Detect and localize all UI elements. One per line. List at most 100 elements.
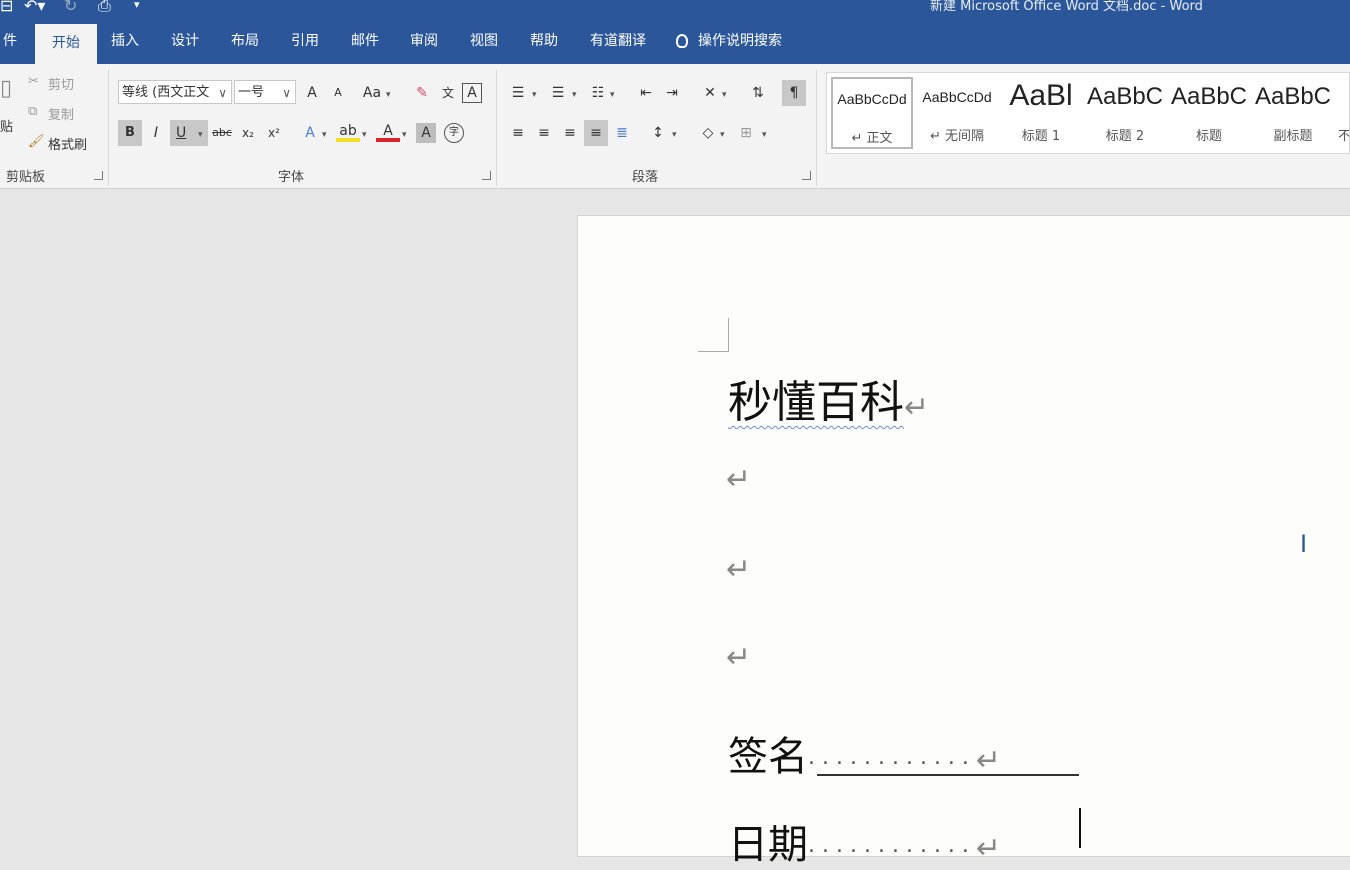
chevron-down-icon[interactable]: ▾ [572, 90, 577, 100]
enclose-characters-button[interactable]: 字 [444, 123, 464, 143]
strikethrough-button[interactable]: abc [210, 120, 234, 146]
tab-view[interactable]: 视图 [465, 18, 503, 64]
font-color-button[interactable]: A [376, 120, 400, 142]
chevron-down-icon[interactable]: ▾ [386, 90, 391, 100]
leader-dots: ............ [808, 833, 976, 858]
multilevel-list-icon[interactable]: ☷ [586, 80, 610, 106]
align-left-icon[interactable]: ≡ [506, 120, 530, 146]
ribbon-tabs: 件 开始 插入 设计 布局 引用 邮件 审阅 视图 帮助 有道翻译 操作说明搜索 [0, 18, 1350, 64]
customize-qat-icon[interactable]: ▾ [134, 0, 140, 11]
ibeam-cursor-icon: I [1300, 530, 1308, 558]
group-divider [816, 70, 817, 186]
font-name-combo[interactable]: 等线 (西文正文 ∨ [118, 80, 232, 104]
tab-youdao-translate[interactable]: 有道翻译 [585, 18, 651, 64]
chinese-layout-icon[interactable]: ✕ [698, 80, 722, 106]
increase-indent-icon[interactable]: ⇥ [660, 80, 684, 106]
italic-button[interactable]: I [144, 120, 168, 146]
style-heading-1[interactable]: AaBl 标题 1 [1000, 77, 1082, 149]
style-preview: AaBbCcDd [922, 89, 992, 105]
line-spacing-icon[interactable]: ↕ [646, 120, 670, 146]
subscript-button[interactable]: x₂ [236, 120, 260, 146]
style-name: ↵ 无间隔 [929, 129, 985, 144]
copy-label[interactable]: 复制 [48, 104, 74, 123]
style-preview: AaBl [1009, 79, 1073, 112]
save-icon[interactable]: ⊟ [0, 0, 13, 15]
character-border-icon[interactable]: A [462, 83, 482, 103]
group-divider [496, 70, 497, 186]
chevron-down-icon[interactable]: ▾ [720, 130, 725, 140]
format-painter-label[interactable]: 格式刷 [48, 134, 87, 153]
style-no-spacing[interactable]: AaBbCcDd ↵ 无间隔 [916, 77, 998, 149]
align-right-icon[interactable]: ≡ [558, 120, 582, 146]
shrink-font-button[interactable]: A [326, 80, 350, 106]
paragraph-mark: ↵ [726, 552, 752, 587]
chevron-down-icon[interactable]: ∨ [218, 81, 227, 105]
chevron-down-icon[interactable]: ▾ [762, 130, 767, 140]
highlight-color-icon[interactable]: ab [336, 120, 360, 142]
tab-insert[interactable]: 插入 [106, 18, 144, 64]
superscript-button[interactable]: x² [262, 120, 286, 146]
document-heading[interactable]: 秒懂百科↵ [728, 366, 929, 430]
tab-file[interactable]: 件 [0, 18, 22, 64]
style-title[interactable]: AaBbC 标题 [1168, 77, 1250, 149]
print-preview-icon[interactable]: ⎙ [98, 0, 111, 16]
grow-font-button[interactable]: A [300, 80, 324, 106]
shading-icon[interactable]: ◇ [696, 120, 720, 146]
character-shading-button[interactable]: A [416, 123, 436, 143]
show-marks-icon[interactable]: ¶ [782, 80, 806, 106]
paste-icon[interactable]: ▯ [0, 76, 12, 101]
tab-references[interactable]: 引用 [286, 18, 324, 64]
paragraph-launcher-icon[interactable] [802, 171, 811, 180]
sort-icon[interactable]: ⇅ [746, 80, 770, 106]
tab-mailings[interactable]: 邮件 [346, 18, 384, 64]
font-launcher-icon[interactable] [482, 171, 491, 180]
distributed-icon[interactable]: ≣ [610, 120, 634, 146]
chevron-down-icon[interactable]: ▾ [532, 90, 537, 100]
phonetic-guide-icon[interactable]: 文 [436, 80, 460, 106]
paragraph-group-label: 段落 [632, 170, 659, 185]
signature-label: 签名 [728, 734, 808, 780]
text-effects-icon[interactable]: A [298, 120, 322, 146]
chevron-down-icon[interactable]: ∨ [282, 81, 291, 105]
style-subtitle[interactable]: AaBbC 副标题 [1252, 77, 1334, 149]
numbering-icon[interactable]: ☰ [546, 80, 570, 106]
style-heading-2[interactable]: AaBbC 标题 2 [1084, 77, 1166, 149]
cut-icon[interactable]: ✂ [28, 74, 39, 89]
tab-help[interactable]: 帮助 [525, 18, 563, 64]
tab-design[interactable]: 设计 [166, 18, 204, 64]
borders-icon[interactable]: ⊞ [734, 120, 758, 146]
chevron-down-icon[interactable]: ▾ [672, 130, 677, 140]
align-center-icon[interactable]: ≡ [532, 120, 556, 146]
bullets-icon[interactable]: ☰ [506, 80, 530, 106]
clear-formatting-icon[interactable]: ✎ [410, 80, 434, 106]
date-line[interactable]: 日期............↵ [728, 812, 1001, 870]
chevron-down-icon[interactable]: ▾ [610, 90, 615, 100]
style-name: 标题 1 [1021, 129, 1061, 144]
cut-label[interactable]: 剪切 [48, 74, 74, 93]
heading-text[interactable]: 秒懂百科 [728, 377, 904, 428]
tab-layout[interactable]: 布局 [226, 18, 264, 64]
tab-review[interactable]: 审阅 [405, 18, 443, 64]
redo-icon[interactable]: ↻ [64, 0, 77, 15]
undo-icon[interactable]: ↶▾ [24, 0, 45, 15]
format-painter-icon[interactable]: 🖌 [28, 134, 45, 149]
bold-button[interactable]: B [118, 120, 142, 146]
decrease-indent-icon[interactable]: ⇤ [634, 80, 658, 106]
paragraph-mark: ↵ [726, 640, 752, 675]
chevron-down-icon[interactable]: ▾ [362, 130, 367, 140]
style-normal[interactable]: AaBbCcDd ↵ 正文 [831, 77, 913, 149]
chevron-down-icon[interactable]: ▾ [198, 130, 203, 140]
chevron-down-icon[interactable]: ▾ [722, 90, 727, 100]
chevron-down-icon[interactable]: ▾ [322, 130, 327, 140]
style-partial[interactable]: 不 [1332, 77, 1349, 149]
change-case-button[interactable]: Aa [360, 80, 384, 106]
font-size-combo[interactable]: 一号 ∨ [234, 80, 296, 104]
clipboard-launcher-icon[interactable] [94, 171, 103, 180]
tab-home[interactable]: 开始 [35, 24, 97, 64]
paste-label[interactable]: 贴 [0, 116, 13, 135]
justify-icon[interactable]: ≡ [584, 120, 608, 146]
copy-icon[interactable]: ⧉ [28, 104, 37, 119]
tell-me-search[interactable]: 操作说明搜索 [676, 18, 782, 64]
style-preview: AaBbCcDd [837, 91, 907, 107]
chevron-down-icon[interactable]: ▾ [402, 130, 407, 140]
